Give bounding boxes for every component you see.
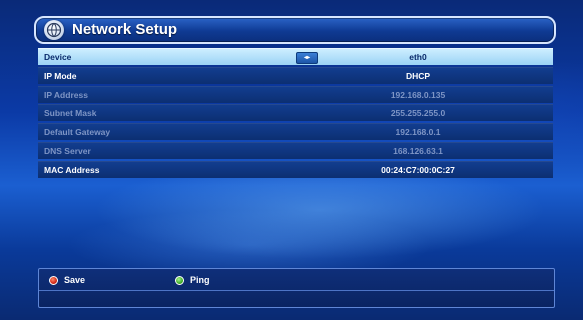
settings-table: Device ◂▸ eth0 IP Mode DHCP IP Address 1… <box>38 48 553 180</box>
dns-server-label: DNS Server <box>44 145 91 156</box>
footer-divider <box>39 290 554 291</box>
row-default-gateway: Default Gateway 192.168.0.1 <box>38 123 553 141</box>
dns-server-value: 168.126.63.1 <box>393 145 443 156</box>
mac-address-value: 00:24:C7:00:0C:27 <box>381 164 455 175</box>
row-subnet-mask: Subnet Mask 255.255.255.0 <box>38 104 553 122</box>
default-gateway-label: Default Gateway <box>44 127 111 138</box>
row-dns-server: DNS Server 168.126.63.1 <box>38 141 553 159</box>
row-ip-address: IP Address 192.168.0.135 <box>38 85 553 103</box>
network-globe-icon <box>44 20 64 40</box>
device-label: Device <box>44 52 72 62</box>
default-gateway-value: 192.168.0.1 <box>395 127 441 138</box>
ping-label: Ping <box>190 275 210 285</box>
button-bar: Save Ping <box>38 268 555 308</box>
row-ip-mode[interactable]: IP Mode DHCP <box>38 66 553 84</box>
save-label: Save <box>64 275 86 285</box>
red-button-icon <box>49 276 58 285</box>
ip-mode-label: IP Mode <box>44 70 77 81</box>
subnet-mask-value: 255.255.255.0 <box>390 108 446 119</box>
subnet-mask-label: Subnet Mask <box>44 108 97 119</box>
title-bar: Network Setup <box>34 16 556 44</box>
row-device[interactable]: Device ◂▸ eth0 <box>38 48 553 65</box>
green-button-icon <box>175 276 184 285</box>
device-selector-arrows-icon[interactable]: ◂▸ <box>296 52 318 64</box>
ip-address-label: IP Address <box>44 89 88 100</box>
page-title: Network Setup <box>72 21 178 38</box>
device-value: eth0 <box>409 52 427 62</box>
ip-mode-value: DHCP <box>405 70 431 81</box>
row-mac-address[interactable]: MAC Address 00:24:C7:00:0C:27 <box>38 160 553 178</box>
ip-address-value: 192.168.0.135 <box>390 89 446 100</box>
mac-address-label: MAC Address <box>44 164 100 175</box>
